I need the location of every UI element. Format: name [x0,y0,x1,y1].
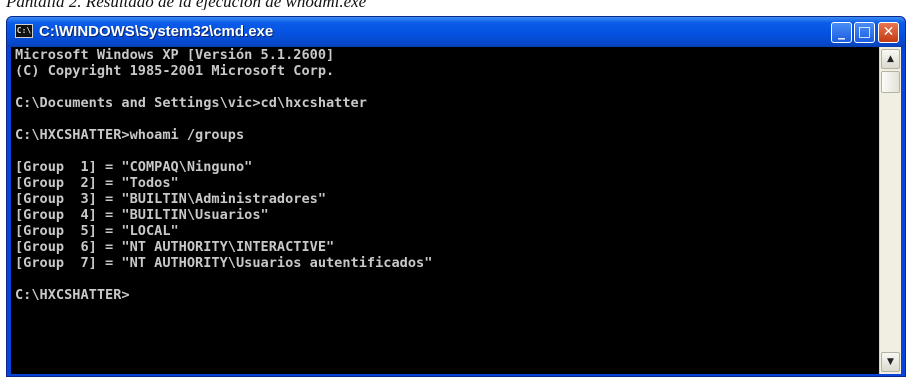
console-line: [Group 1] = "COMPAQ\Ninguno" [15,159,253,175]
minimize-button[interactable]: _ [831,22,852,43]
maximize-button[interactable]: □ [854,22,875,43]
console-line: [Group 7] = "NT AUTHORITY\Usuarios auten… [15,255,433,271]
console-output[interactable]: Microsoft Windows XP [Versión 5.1.2600] … [11,47,879,374]
console-line: [Group 3] = "BUILTIN\Administradores" [15,191,326,207]
scroll-thumb[interactable] [881,71,900,93]
console-prompt: C:\HXCSHATTER> [15,287,130,303]
window-title: C:\WINDOWS\System32\cmd.exe [39,23,274,40]
cmd-icon[interactable]: C:\ [15,24,33,38]
title-bar[interactable]: C:\ C:\WINDOWS\System32\cmd.exe _ □ ✕ [7,17,905,47]
console-line: C:\Documents and Settings\vic>cd\hxcshat… [15,95,367,111]
console-line: [Group 4] = "BUILTIN\Usuarios" [15,207,269,223]
scroll-down-arrow-icon[interactable]: ▼ [881,352,900,372]
vertical-scrollbar[interactable]: ▲ ▼ [879,47,901,374]
scroll-up-arrow-icon[interactable]: ▲ [881,49,900,69]
figure-caption: Pantalla 2. Resultado de la ejecución de… [6,0,367,10]
close-button[interactable]: ✕ [878,22,899,43]
console-line: [Group 6] = "NT AUTHORITY\INTERACTIVE" [15,239,335,255]
console-line: [Group 5] = "LOCAL" [15,223,179,239]
console-line: (C) Copyright 1985-2001 Microsoft Corp. [15,63,335,79]
console-line: Microsoft Windows XP [Versión 5.1.2600] [15,47,335,63]
console-line: [Group 2] = "Todos" [15,175,179,191]
console-line: C:\HXCSHATTER>whoami /groups [15,127,245,143]
cmd-window: C:\ C:\WINDOWS\System32\cmd.exe _ □ ✕ Mi… [6,16,906,377]
